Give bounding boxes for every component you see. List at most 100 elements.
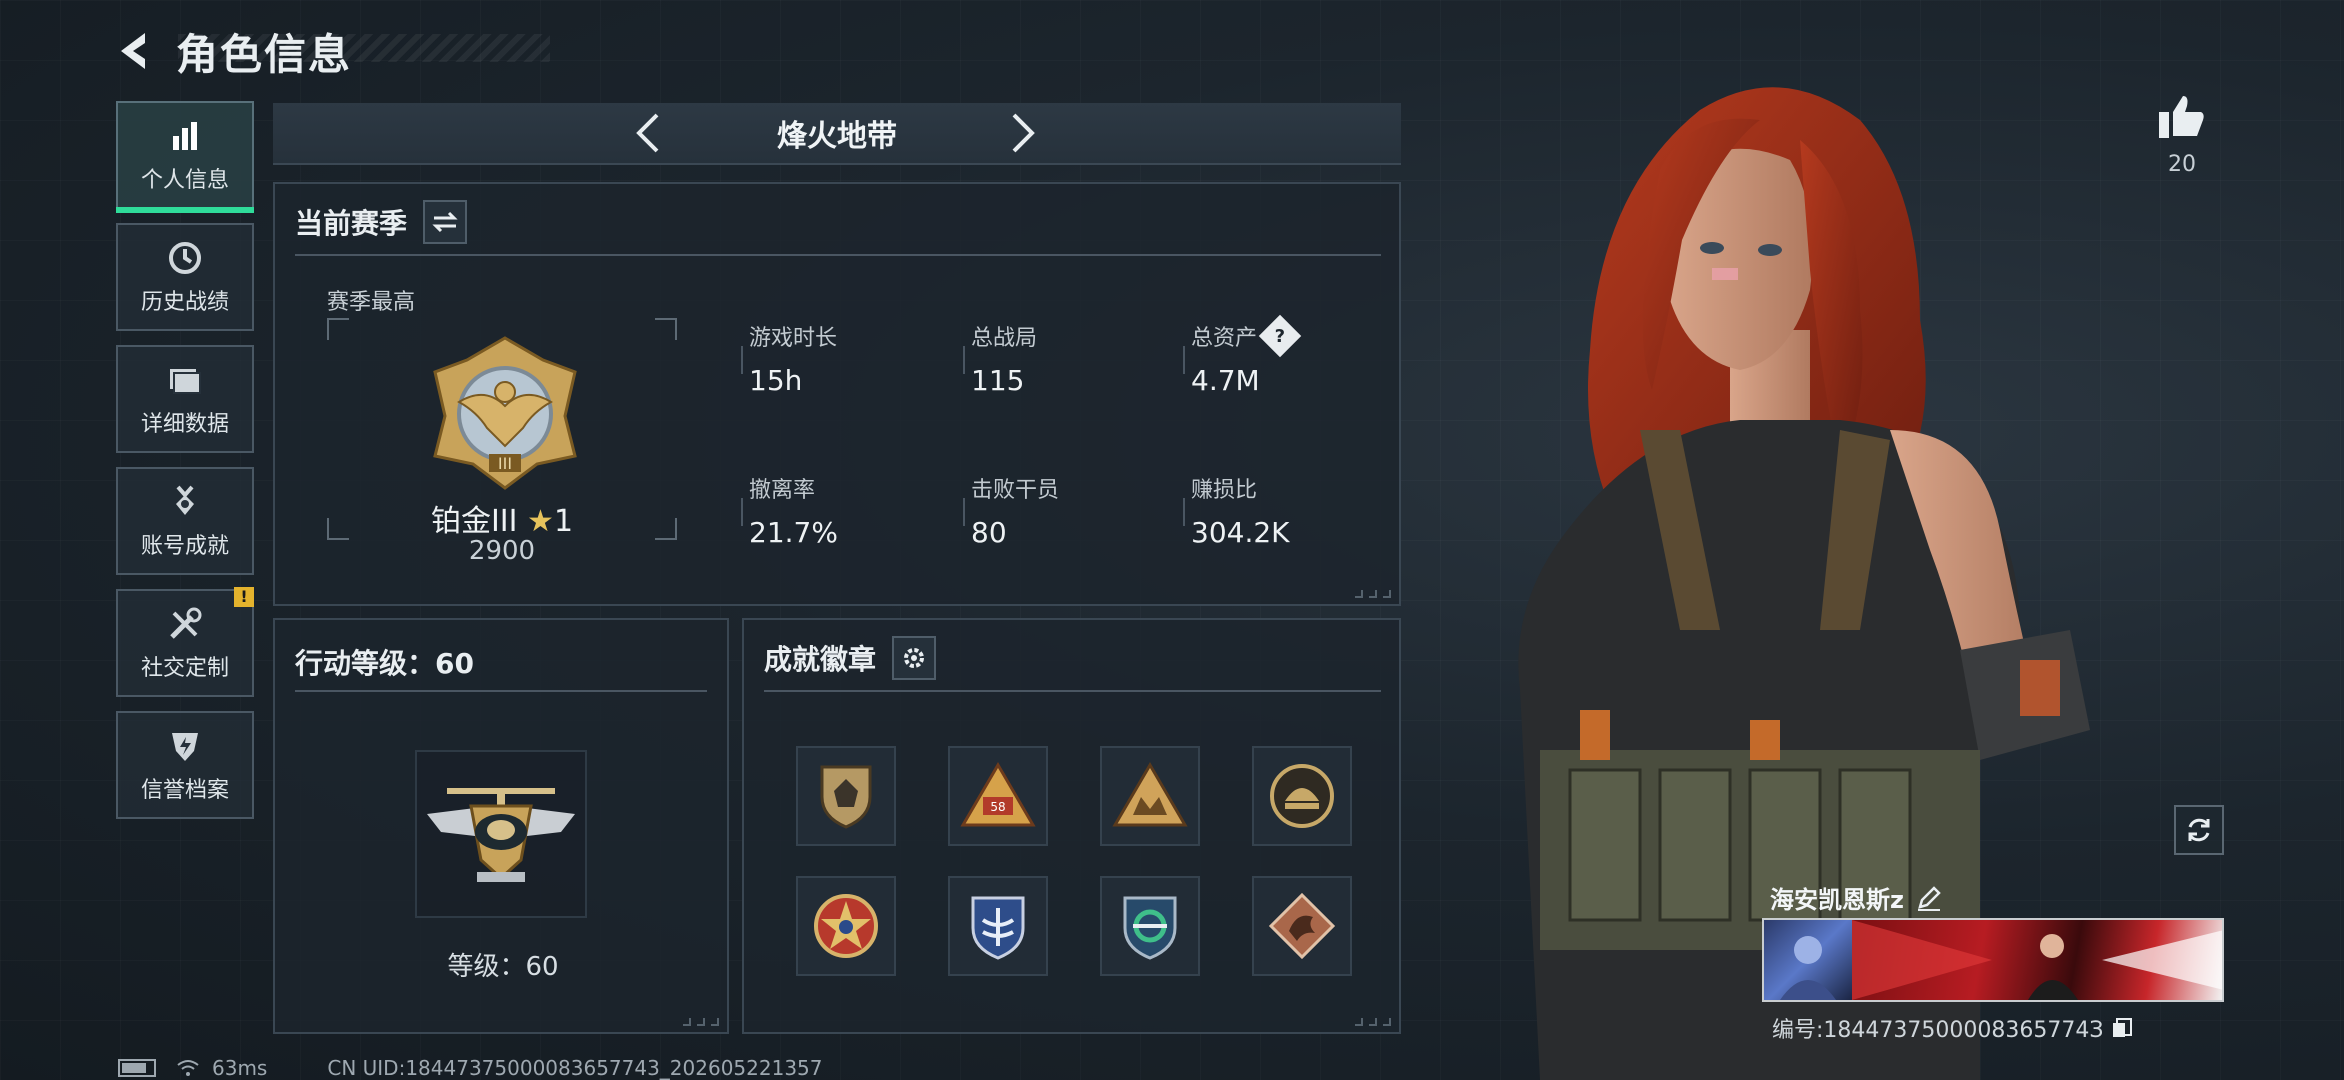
stat-total-matches: 总战局 115	[962, 320, 1037, 397]
divider	[295, 254, 1381, 256]
copy-icon[interactable]	[2111, 1017, 2133, 1039]
season-header: 当前赛季	[295, 200, 468, 244]
help-icon[interactable]: ?	[1258, 314, 1302, 358]
sidebar-item-label: 信誉档案	[140, 778, 229, 803]
chevron-left-icon	[636, 113, 659, 153]
prev-mode-button[interactable]	[618, 103, 678, 163]
avatar-figure-icon	[1780, 936, 1836, 1000]
rank-name: 铂金III ★1	[430, 504, 574, 539]
divider	[295, 690, 707, 692]
svg-text:III: III	[498, 454, 512, 473]
banner-art-icon	[1852, 920, 2222, 1000]
badge-slot[interactable]	[948, 876, 1048, 976]
stat-operators-defeated: 击败干员 80	[962, 472, 1059, 549]
like-button[interactable]: 20	[2152, 92, 2212, 177]
badge-slot[interactable]	[1100, 746, 1200, 846]
level-caption: 等级：60	[447, 952, 559, 982]
achievements-title: 成就徽章	[764, 643, 877, 676]
helicopter-wings-badge-icon	[427, 788, 575, 882]
badge-slot[interactable]: 58	[948, 746, 1048, 846]
season-best-label: 赛季最高	[327, 290, 416, 315]
player-name-row: 海安凯恩斯z	[1770, 880, 1942, 915]
like-count: 20	[2168, 152, 2196, 177]
badge-slot[interactable]	[796, 746, 896, 846]
status-bar: 63ms CN UID:18447375000083657743_2026052…	[118, 1056, 823, 1080]
wifi-icon	[177, 1060, 199, 1076]
shield-badge-icon	[820, 765, 872, 829]
next-mode-button[interactable]	[993, 103, 1053, 163]
mode-name: 烽火地带	[777, 119, 897, 154]
sidebar-item-social-custom[interactable]: ! 社交定制	[116, 587, 254, 697]
back-button[interactable]	[110, 21, 160, 81]
stat-play-time: 游戏时长 15h	[740, 320, 837, 397]
ping: 63ms	[212, 1056, 268, 1080]
helmet-badge-icon	[1270, 764, 1334, 828]
triangle-58-badge-icon: 58	[960, 762, 1036, 827]
uid-text: CN UID:18447375000083657743_202605221357	[327, 1056, 823, 1080]
page-title: 角色信息	[176, 29, 353, 79]
level-badge[interactable]	[415, 750, 587, 918]
sidebar-item-label: 个人信息	[140, 168, 229, 193]
name-card-banner	[1852, 920, 2222, 1000]
svg-text:58: 58	[990, 800, 1005, 814]
avatar[interactable]	[1764, 920, 1852, 1000]
switch-season-button[interactable]	[423, 200, 468, 244]
player-id: 编号:1844737500008365774З	[1772, 1018, 2104, 1043]
player-id-row: 编号:1844737500008365774З	[1772, 1012, 2133, 1044]
star-badge-icon	[814, 894, 878, 958]
back-arrow-icon	[121, 33, 145, 69]
tools-icon	[165, 604, 205, 644]
header: 角色信息	[110, 18, 352, 84]
season-panel: 当前赛季 赛季最高 III 铂金III ★1 2900 游戏时长 15h 总战局…	[273, 182, 1401, 606]
sidebar-item-label: 社交定制	[140, 656, 229, 681]
sidebar-item-achievements[interactable]: 账号成就	[116, 467, 254, 575]
rank-frame: III 铂金III ★1 2900	[327, 318, 677, 566]
alert-badge: !	[234, 587, 254, 607]
sidebar-item-personal-info[interactable]: 个人信息	[116, 101, 254, 213]
sidebar-item-credit-record[interactable]: 信誉档案	[116, 711, 254, 819]
wing-shield-badge-icon	[971, 896, 1025, 960]
divider	[764, 690, 1381, 692]
badge-slot[interactable]	[796, 876, 896, 976]
badge-grid: 58	[796, 746, 1352, 976]
star-icon: ★	[527, 504, 554, 539]
badge-slot[interactable]	[1100, 876, 1200, 976]
level-title: 行动等级：60	[295, 647, 474, 680]
platinum-rank-medal-icon: III	[433, 336, 577, 490]
history-icon	[165, 238, 205, 278]
sidebar-item-label: 账号成就	[140, 534, 229, 559]
sidebar-item-detailed-data[interactable]: 详细数据	[116, 345, 254, 453]
battery-icon	[118, 1059, 156, 1077]
achievements-panel: 成就徽章 58	[742, 618, 1401, 1034]
mode-selector: 烽火地带	[273, 103, 1401, 165]
rotate-icon	[2188, 818, 2210, 842]
gear-icon	[904, 648, 925, 668]
swirl-shield-badge-icon	[1123, 896, 1177, 960]
triangle-crest-badge-icon	[1112, 762, 1188, 827]
folder-icon	[165, 360, 205, 400]
medal-icon	[165, 482, 205, 522]
season-title: 当前赛季	[295, 207, 408, 240]
badge-slot[interactable]	[1252, 876, 1352, 976]
sidebar-item-label: 详细数据	[140, 412, 229, 437]
dragon-badge-icon	[1268, 892, 1336, 960]
level-panel: 行动等级：60 等级：60	[273, 618, 729, 1034]
stat-total-assets: 总资产? 4.7M	[1182, 314, 1302, 397]
chevron-right-icon	[1012, 113, 1035, 153]
shield-bolt-icon	[165, 726, 205, 766]
stat-profit-loss-ratio: 赚损比 304.2K	[1183, 472, 1290, 549]
stat-extraction-rate: 撤离率 21.7%	[741, 472, 838, 549]
rank-score: 2900	[468, 536, 536, 566]
badge-slot[interactable]	[1252, 746, 1352, 846]
sidebar-item-history[interactable]: 历史战绩	[116, 223, 254, 331]
achievement-settings-button[interactable]	[892, 636, 937, 680]
sidebar-item-label: 历史战绩	[140, 290, 229, 315]
swap-icon	[432, 211, 458, 233]
edit-icon[interactable]	[1916, 885, 1942, 911]
thumbs-up-icon	[2159, 96, 2204, 138]
sidebar: 个人信息 历史战绩 详细数据 账号成就 ! 社交定制 信誉档案	[116, 101, 254, 833]
rotate-view-button[interactable]	[2174, 805, 2224, 855]
name-card[interactable]	[1762, 918, 2224, 1002]
player-name: 海安凯恩斯z	[1770, 886, 1904, 914]
bar-chart-icon	[165, 116, 205, 156]
